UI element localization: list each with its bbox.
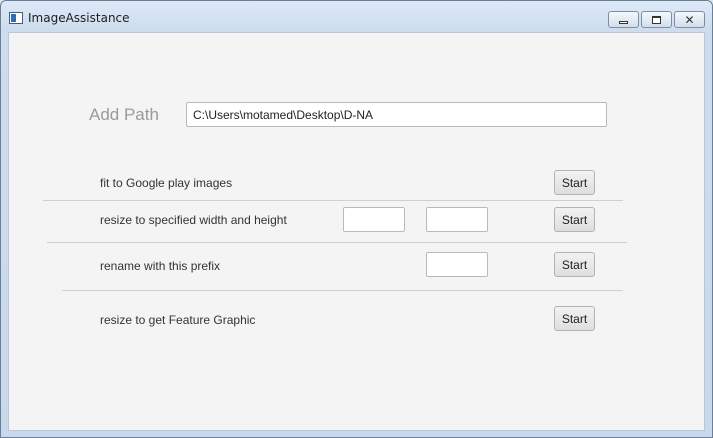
maximize-button[interactable] — [641, 11, 672, 28]
separator — [43, 200, 623, 201]
resize-width-height-start-button[interactable]: Start — [554, 207, 595, 232]
minimize-icon — [619, 20, 628, 24]
close-icon: ✕ — [684, 12, 695, 27]
resize-width-height-label: resize to specified width and height — [100, 213, 287, 227]
title-bar[interactable]: ImageAssistance ✕ — [1, 1, 712, 33]
separator — [62, 290, 623, 291]
rename-prefix-label: rename with this prefix — [100, 259, 221, 273]
feature-graphic-label: resize to get Feature Graphic — [100, 313, 256, 327]
height-input[interactable] — [426, 207, 488, 232]
maximize-icon — [652, 15, 661, 24]
rename-prefix-start-button[interactable]: Start — [554, 252, 595, 277]
client-area: Add Path fit to Google play images Start… — [8, 32, 705, 431]
app-window: ImageAssistance ✕ Add Path fit to Google… — [0, 0, 713, 438]
fit-google-play-label: fit to Google play images — [100, 176, 233, 190]
width-input[interactable] — [343, 207, 405, 232]
prefix-input[interactable] — [426, 252, 488, 277]
add-path-label: Add Path — [89, 105, 159, 124]
separator — [47, 242, 627, 243]
feature-graphic-start-button[interactable]: Start — [554, 306, 595, 331]
fit-google-play-start-button[interactable]: Start — [554, 170, 595, 195]
minimize-button[interactable] — [608, 11, 639, 28]
close-button[interactable]: ✕ — [674, 11, 705, 28]
window-title: ImageAssistance — [28, 11, 130, 25]
app-icon — [9, 12, 23, 24]
path-input[interactable] — [186, 102, 607, 127]
